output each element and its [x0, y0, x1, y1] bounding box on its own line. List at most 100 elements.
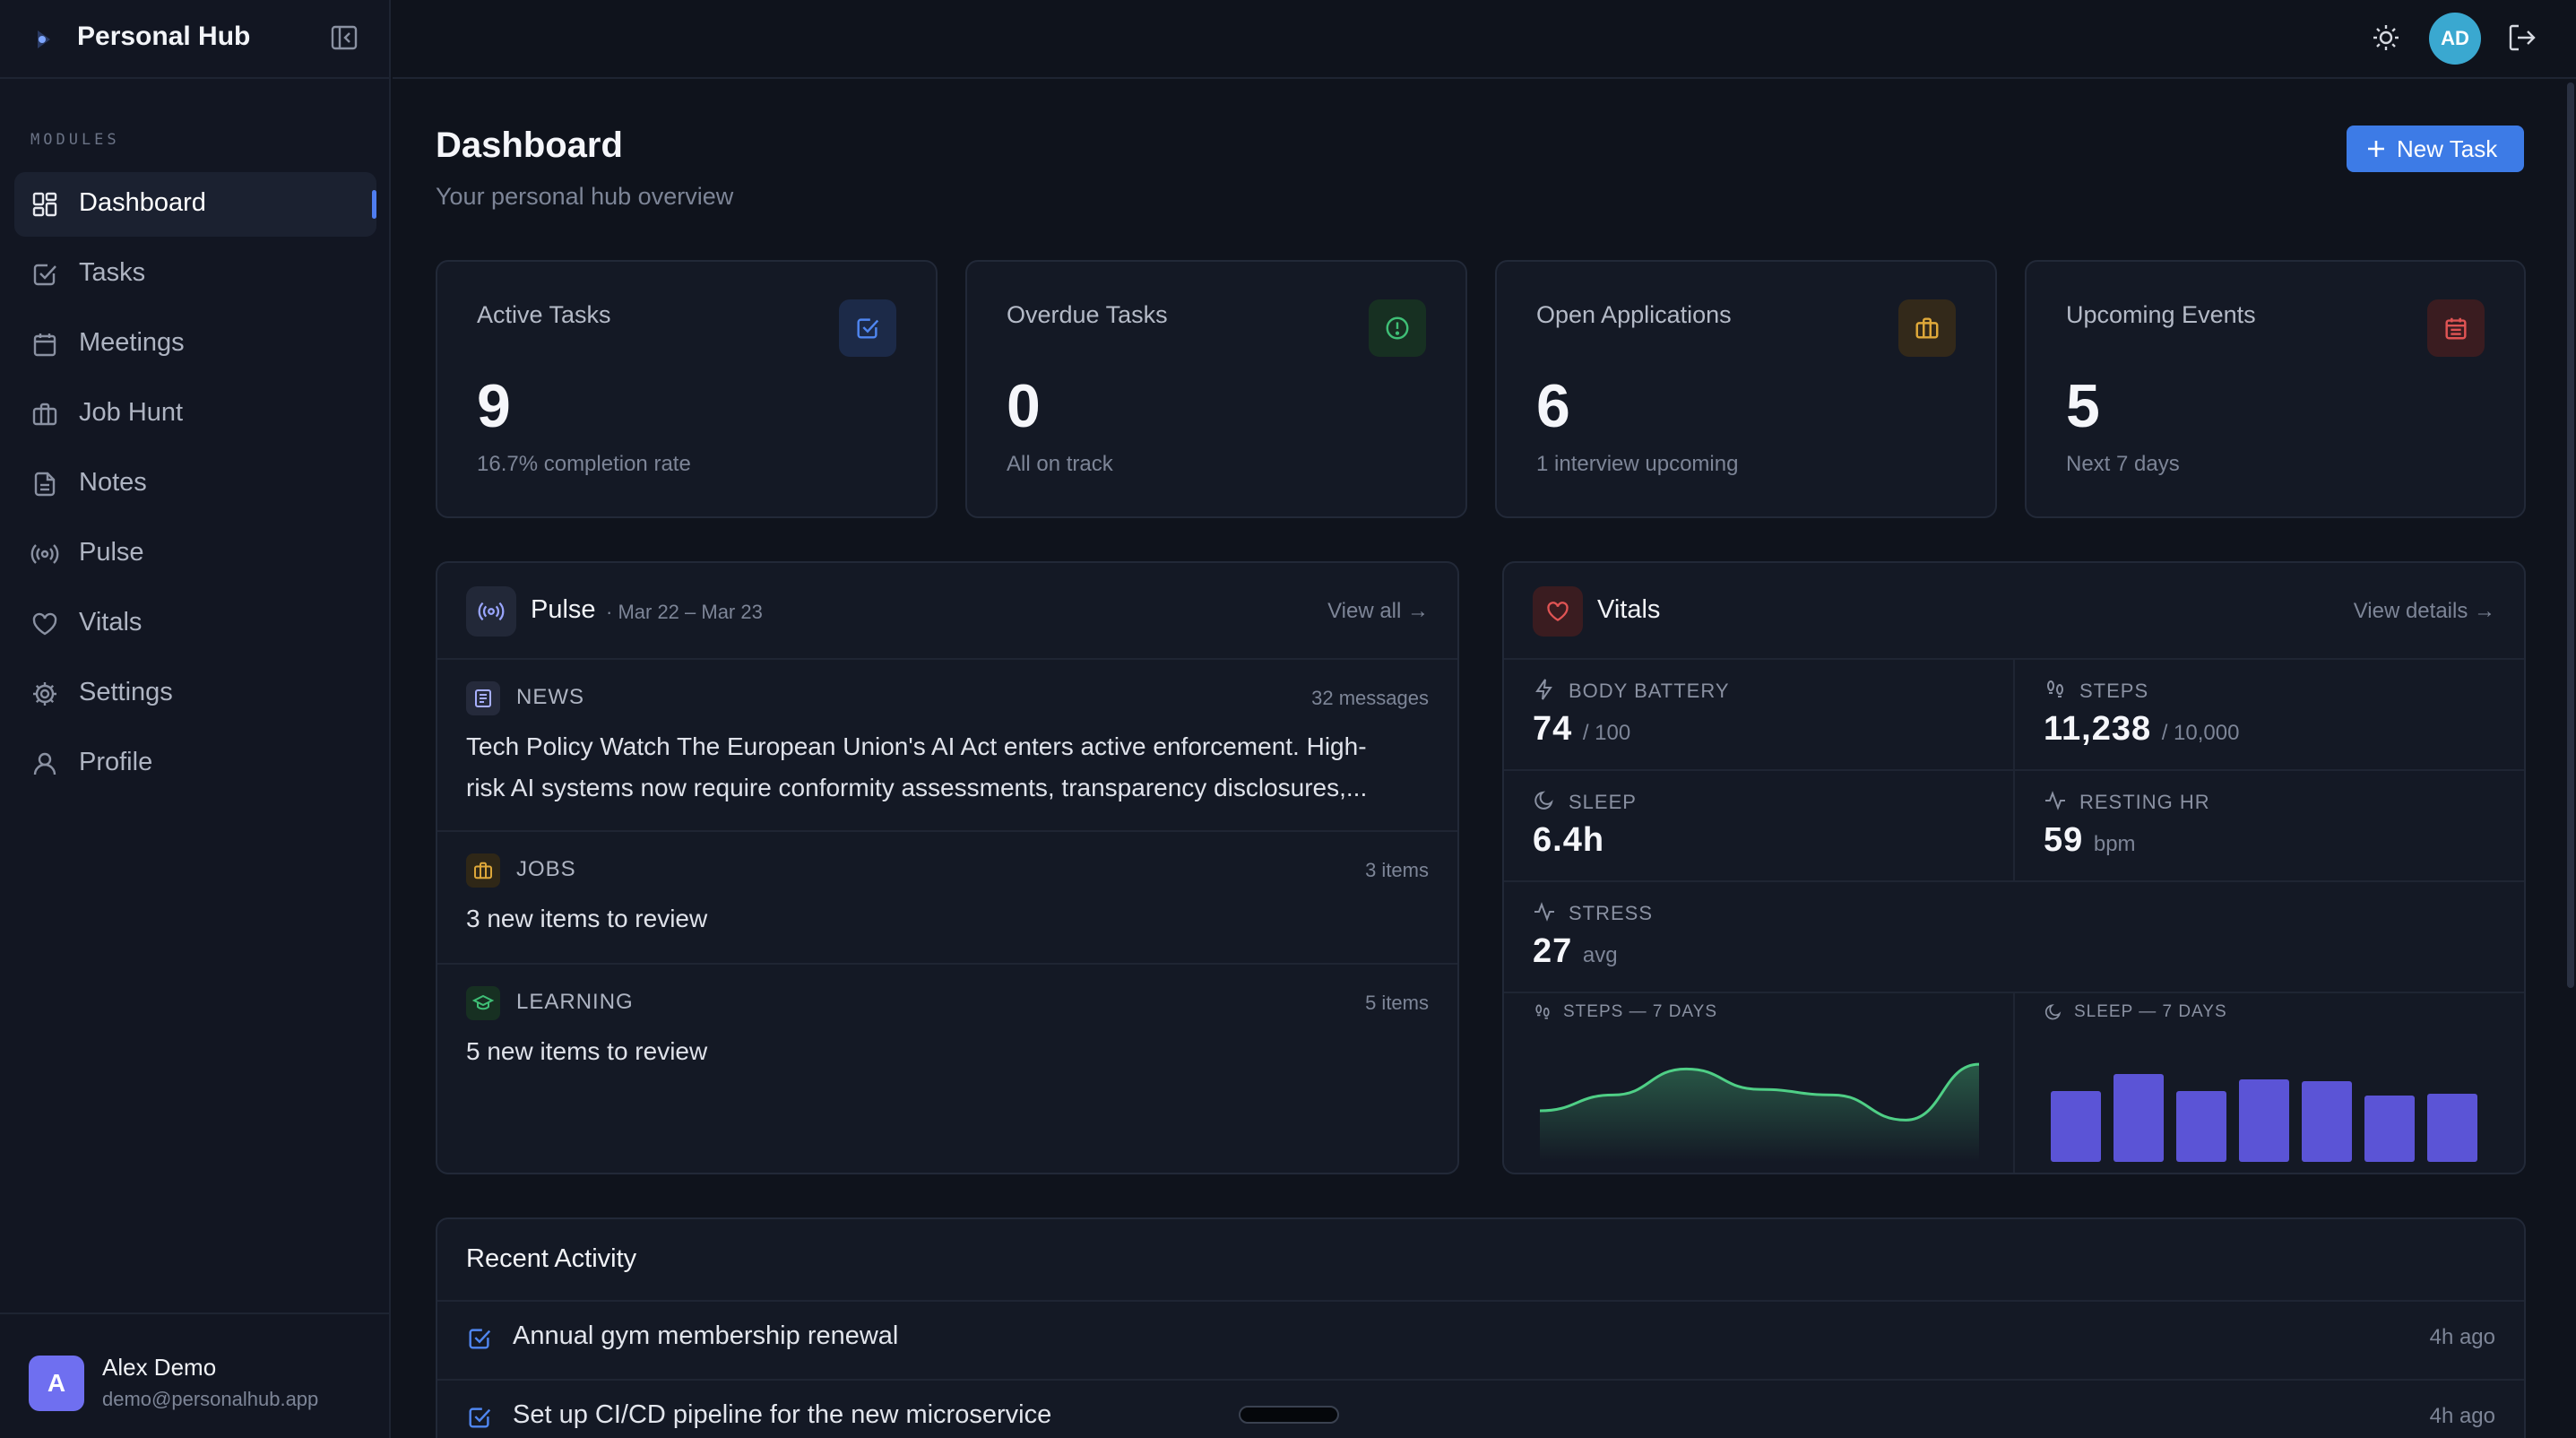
vital-label: BODY BATTERY: [1569, 680, 1730, 702]
feed-count: 32 messages: [1311, 687, 1429, 709]
graduation-cap-icon: [466, 986, 500, 1020]
activity-row[interactable]: Annual gym membership renewal 4h ago: [436, 1300, 2526, 1379]
feed-count: 5 items: [1365, 992, 1429, 1014]
feed-summary[interactable]: Tech Policy Watch The European Union's A…: [466, 726, 1434, 809]
collapse-sidebar-icon[interactable]: [328, 22, 360, 54]
vital-unit: / 100: [1582, 721, 1631, 745]
vital-unit: bpm: [2093, 832, 2136, 856]
stat-title: Active Tasks: [477, 301, 611, 328]
feed-summary-line: risk AI systems now require conformity a…: [466, 774, 1368, 801]
sidebar-item-label: Settings: [79, 678, 173, 706]
sidebar-item-label: Meetings: [79, 328, 185, 357]
check-square-icon: [30, 260, 59, 289]
feed-count: 3 items: [1365, 859, 1429, 881]
stat-title: Open Applications: [1536, 301, 1732, 328]
activity-text: Annual gym membership renewal: [513, 1321, 899, 1350]
sidebar-item-settings[interactable]: Settings: [14, 662, 376, 726]
sleep-bar: [2114, 1074, 2164, 1162]
stat-subtext: Next 7 days: [2066, 452, 2180, 476]
check-square-icon: [839, 299, 896, 357]
vital-value-stress: 27 avg: [1533, 932, 1618, 971]
vital-label: STRESS: [1569, 902, 1654, 924]
stat-card-active-tasks[interactable]: Active Tasks 9 16.7% completion rate: [436, 260, 938, 518]
recent-activity-title: Recent Activity: [466, 1244, 637, 1273]
sidebar-item-tasks[interactable]: Tasks: [14, 242, 376, 307]
sleep-bar: [2051, 1091, 2101, 1162]
vital-value-body-battery: 74 / 100: [1533, 710, 1630, 749]
active-indicator: [372, 190, 376, 219]
radio-icon: [30, 540, 59, 568]
check-square-icon: [469, 1408, 491, 1428]
vital-number: 11,238: [2044, 710, 2152, 748]
stat-card-upcoming-events[interactable]: Upcoming Events 5 Next 7 days: [2025, 260, 2526, 518]
vitals-title: Vitals: [1597, 595, 1661, 624]
check-square-icon: [469, 1329, 491, 1349]
scrollbar-thumb[interactable]: [2567, 82, 2574, 988]
floating-handle[interactable]: [1239, 1406, 1339, 1424]
activity-icon: [2045, 791, 2065, 810]
sun-icon[interactable]: [2368, 20, 2404, 56]
logout-icon[interactable]: [2504, 20, 2540, 56]
alert-circle-icon: [1369, 299, 1426, 357]
divider: [437, 830, 1457, 832]
vital-label: SLEEP: [1569, 791, 1637, 813]
vital-value-sleep: 6.4h: [1533, 821, 1605, 859]
moon-icon: [2044, 1004, 2062, 1020]
footprints-icon: [2047, 680, 2063, 697]
chart-label: STEPS — 7 DAYS: [1563, 1002, 1718, 1021]
feed-category: JOBS: [516, 857, 576, 881]
heart-icon: [1533, 586, 1583, 637]
new-task-button[interactable]: New Task: [2347, 126, 2524, 172]
divider: [2013, 993, 2015, 1173]
pulse-card: Pulse · Mar 22 – Mar 23 View all → NEWS …: [436, 561, 1459, 1174]
divider: [2013, 771, 2015, 880]
activity-row[interactable]: Set up CI/CD pipeline for the new micros…: [436, 1379, 2526, 1438]
stat-subtext: 16.7% completion rate: [477, 452, 691, 476]
feed-summary[interactable]: 5 new items to review: [466, 1031, 707, 1072]
sidebar-item-notes[interactable]: Notes: [14, 452, 376, 516]
vital-value-resting-hr: 59 bpm: [2044, 821, 2136, 860]
logo-icon: [29, 23, 61, 56]
calendar-icon: [30, 330, 59, 359]
stat-subtext: 1 interview upcoming: [1536, 452, 1739, 476]
activity-icon: [1534, 902, 1554, 922]
pulse-date-range: · Mar 22 – Mar 23: [606, 601, 763, 623]
stat-subtext: All on track: [1007, 452, 1113, 476]
heart-icon: [30, 610, 59, 638]
stat-card-overdue-tasks[interactable]: Overdue Tasks 0 All on track: [965, 260, 1467, 518]
feed-summary[interactable]: 3 new items to review: [466, 898, 707, 940]
sidebar-item-label: Job Hunt: [79, 398, 184, 427]
sidebar-item-profile[interactable]: Profile: [14, 732, 376, 796]
view-details-link[interactable]: View details →: [2354, 599, 2495, 624]
stat-card-open-applications[interactable]: Open Applications 6 1 interview upcoming: [1495, 260, 1997, 518]
sidebar-item-vitals[interactable]: Vitals: [14, 592, 376, 656]
sidebar-item-meetings[interactable]: Meetings: [14, 312, 376, 377]
sidebar-item-pulse[interactable]: Pulse: [14, 522, 376, 586]
vital-number: 74: [1533, 710, 1573, 748]
vital-number: 27: [1533, 932, 1573, 970]
vital-unit: avg: [1582, 943, 1618, 967]
vital-unit: / 10,000: [2161, 721, 2240, 745]
activity-text: Set up CI/CD pipeline for the new micros…: [513, 1400, 1052, 1429]
gear-icon: [30, 680, 59, 708]
briefcase-icon: [466, 853, 500, 888]
page-title: Dashboard: [436, 126, 623, 165]
chart-label: SLEEP — 7 DAYS: [2074, 1002, 2227, 1021]
view-all-link[interactable]: View all →: [1327, 599, 1429, 624]
sidebar-item-dashboard[interactable]: Dashboard: [14, 172, 376, 237]
steps-area: [1540, 1064, 1979, 1162]
avatar[interactable]: A: [29, 1356, 84, 1411]
pulse-title: Pulse: [531, 595, 596, 624]
avatar[interactable]: AD: [2429, 13, 2481, 65]
plus-icon: [2368, 141, 2384, 157]
sidebar-item-label: Pulse: [79, 538, 144, 567]
stat-title: Upcoming Events: [2066, 301, 2256, 328]
sleep-chart: [2051, 1074, 2477, 1162]
sleep-bar: [2302, 1081, 2352, 1162]
feed-summary-line: Tech Policy Watch The European Union's A…: [466, 732, 1367, 760]
vitals-card: Vitals View details → BODY BATTERY 74 / …: [1502, 561, 2526, 1174]
page-subtitle: Your personal hub overview: [436, 183, 734, 210]
user-name: Alex Demo: [102, 1354, 217, 1381]
sidebar-item-label: Vitals: [79, 608, 143, 637]
sidebar-item-job-hunt[interactable]: Job Hunt: [14, 382, 376, 446]
